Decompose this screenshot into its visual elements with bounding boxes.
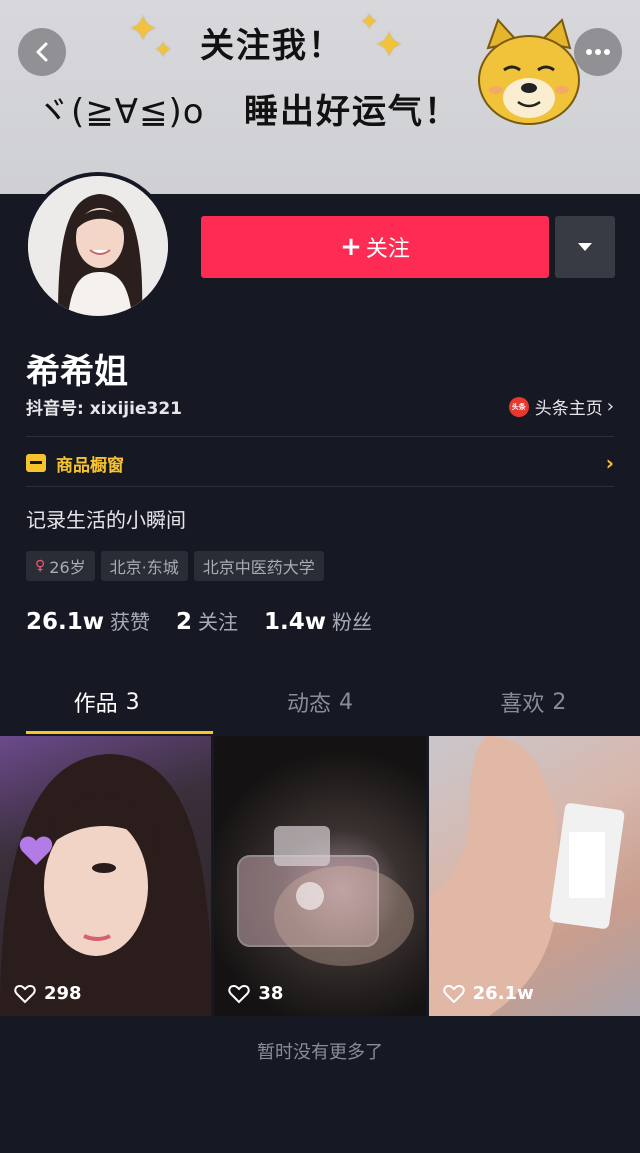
stat-followers-label: 粉丝 <box>332 610 373 634</box>
chevron-right-icon: › <box>606 396 614 417</box>
follow-button-label: 关注 <box>365 237 410 262</box>
profile-banner: ✦ ✦ 关注我！ ✦ ✦ ヾ(≧∀≦)o 睡出好运气！ <box>0 0 640 194</box>
banner-kaomoji: ヾ(≧∀≦)o <box>36 92 205 132</box>
toutiao-homepage-link[interactable]: 头条 头条主页 › <box>508 394 614 419</box>
stat-likes-value: 26.1w <box>26 609 104 635</box>
age-tag-label: 26岁 <box>49 558 86 577</box>
sparkle-icon: ✦ <box>154 38 173 63</box>
bio: 记录生活的小瞬间 <box>26 508 186 532</box>
video-like-count: 26.1w <box>442 983 534 1004</box>
recommend-dropdown-button[interactable] <box>555 216 615 278</box>
video-thumbnail[interactable]: 298 <box>0 736 212 1016</box>
video-like-count-value: 38 <box>258 983 284 1004</box>
tab-likes-label: 喜欢 <box>500 692 545 717</box>
tab-likes-count: 2 <box>552 689 567 715</box>
age-tag: ♀ 26岁 <box>26 551 95 581</box>
plus-icon: + <box>340 232 362 262</box>
divider <box>26 486 614 487</box>
location-tag: 北京·东城 <box>100 551 188 581</box>
location-tag-label: 北京·东城 <box>109 558 179 577</box>
video-thumbnail-image <box>237 826 415 966</box>
tab-moments-count: 4 <box>339 689 353 715</box>
profile-tags: ♀ 26岁 北京·东城 北京中医药大学 <box>26 551 324 581</box>
douyin-id: 抖音号: xixijie321 <box>26 399 182 419</box>
avatar[interactable] <box>24 172 172 320</box>
avatar-photo <box>28 176 168 316</box>
tab-moments-label: 动态 <box>286 692 331 717</box>
video-like-count: 38 <box>228 983 283 1004</box>
shop-icon <box>26 454 46 472</box>
banner-text-line2: 睡出好运气！ <box>244 92 460 132</box>
chevron-right-icon: › <box>605 451 614 475</box>
video-like-count-value: 26.1w <box>472 983 534 1004</box>
content-tabs: 作品 3 动态 4 喜欢 2 <box>0 670 640 734</box>
back-arrow-icon <box>36 42 48 62</box>
tab-works[interactable]: 作品 3 <box>0 670 214 734</box>
no-more-content-note: 暂时没有更多了 <box>257 1042 383 1063</box>
stat-following-value: 2 <box>176 609 193 635</box>
video-like-count: 298 <box>14 983 82 1004</box>
video-grid: 298 38 26.1w <box>0 736 640 1016</box>
heart-icon <box>14 984 36 1003</box>
video-thumbnail-image <box>0 754 212 1016</box>
toutiao-homepage-label: 头条主页 <box>534 399 603 419</box>
school-tag: 北京中医药大学 <box>193 551 324 581</box>
profile-stats: 26.1w 获赞 2 关注 1.4w 粉丝 <box>26 606 372 635</box>
stat-followers-value: 1.4w <box>264 609 327 635</box>
stat-following-label: 关注 <box>198 610 239 634</box>
back-button[interactable] <box>18 28 66 76</box>
sparkle-icon: ✦ <box>374 25 405 66</box>
video-thumbnail[interactable]: 38 <box>214 736 426 1016</box>
tab-likes[interactable]: 喜欢 2 <box>427 670 640 734</box>
heart-icon <box>228 984 251 1003</box>
doge-sticker-icon <box>478 18 580 125</box>
product-showcase-row[interactable]: 商品橱窗 › <box>26 448 614 478</box>
more-dots-icon <box>586 49 610 55</box>
heart-icon <box>442 984 465 1003</box>
tab-moments[interactable]: 动态 4 <box>213 670 426 734</box>
video-thumbnail-image <box>428 736 624 1016</box>
banner-text-line1: 关注我！ <box>200 26 344 66</box>
stat-following[interactable]: 2 关注 <box>176 606 238 635</box>
video-thumbnail[interactable]: 26.1w <box>428 736 640 1016</box>
female-icon: ♀ <box>35 558 46 574</box>
toutiao-logo-icon: 头条 <box>508 396 529 417</box>
divider <box>26 436 614 437</box>
tab-works-label: 作品 <box>73 692 118 717</box>
dropdown-triangle-icon <box>578 243 592 251</box>
stat-likes-label: 获赞 <box>110 610 150 634</box>
video-like-count-value: 298 <box>44 983 82 1004</box>
product-showcase-label: 商品橱窗 <box>56 455 124 476</box>
stat-likes: 26.1w 获赞 <box>26 606 150 635</box>
school-tag-label: 北京中医药大学 <box>202 558 315 577</box>
nickname: 希希姐 <box>26 352 128 392</box>
follow-button[interactable]: + 关注 <box>201 216 549 278</box>
more-options-button[interactable] <box>574 28 622 76</box>
stat-followers[interactable]: 1.4w 粉丝 <box>264 606 372 635</box>
tab-works-count: 3 <box>125 689 140 715</box>
